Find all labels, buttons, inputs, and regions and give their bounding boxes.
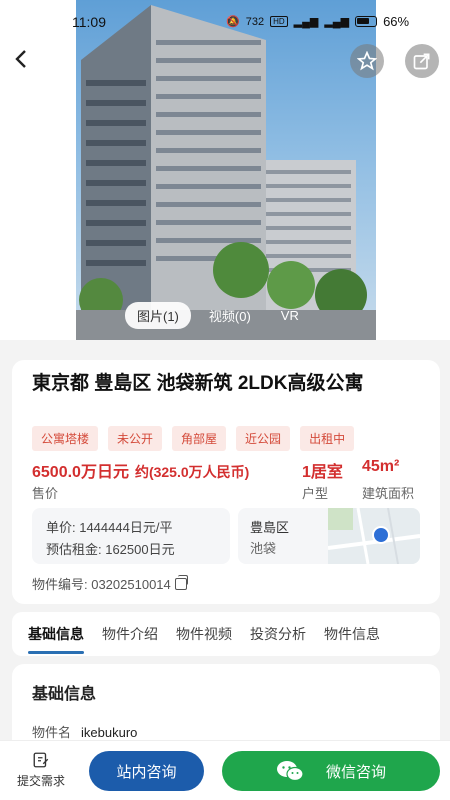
listing-title: 東京都 豊島区 池袋新筑 2LDK高级公寓 <box>32 373 364 394</box>
media-tab-videos[interactable]: 视频(0) <box>197 302 263 329</box>
district-name: 池袋 <box>250 541 277 556</box>
favorite-button[interactable] <box>350 44 384 78</box>
submit-request-label: 提交需求 <box>16 774 65 788</box>
info-row-label: 物件名 <box>32 725 72 740</box>
submit-request-button[interactable]: 提交需求 <box>8 751 74 793</box>
copy-icon[interactable] <box>174 574 188 590</box>
detail-tabs: 基础信息 物件介绍 物件视频 投资分析 物件信息 <box>12 612 440 656</box>
tag: 公寓塔楼 <box>32 426 99 451</box>
basic-info-title: 基础信息 <box>32 686 97 703</box>
media-tabs: 图片(1) 视频(0) VR <box>125 301 311 329</box>
hd-icon: HD <box>270 16 288 27</box>
wechat-icon <box>276 761 304 782</box>
battery-percent: 66% <box>383 14 410 29</box>
tag: 角部屋 <box>172 426 227 451</box>
wechat-consult-button[interactable]: 微信咨询 <box>222 751 440 791</box>
signal-icon: ▂▄▆ <box>293 16 319 28</box>
status-bar: 11:09 🔕 732 HD ▂▄▆ ▂▄▆ 66% <box>0 0 450 44</box>
property-number: 物件编号: 03202510014 <box>32 574 188 593</box>
map-thumbnail[interactable] <box>327 508 420 564</box>
back-button[interactable] <box>14 48 40 76</box>
property-number-text: 物件编号: 03202510014 <box>32 577 171 592</box>
bottom-action-bar: 提交需求 站内咨询 微信咨询 <box>0 740 450 800</box>
media-tab-photos[interactable]: 图片(1) <box>125 301 191 329</box>
price-label: 售价 <box>32 486 59 501</box>
tab-basic-info[interactable]: 基础信息 <box>28 618 84 654</box>
onsite-consult-button[interactable]: 站内咨询 <box>89 751 204 791</box>
tag-list: 公寓塔楼 未公开 角部屋 近公园 出租中 <box>32 426 355 451</box>
mute-icon: 🔕 <box>226 16 240 28</box>
tab-introduction[interactable]: 物件介绍 <box>102 618 158 650</box>
area-value: 45m² <box>362 458 400 475</box>
tab-video[interactable]: 物件视频 <box>176 618 232 650</box>
wechat-consult-label: 微信咨询 <box>325 763 386 781</box>
price-detail-box: 单价: 1444444日元/平 预估租金: 162500日元 <box>32 508 230 564</box>
status-icons: 🔕 732 HD ▂▄▆ ▂▄▆ 66% <box>226 14 409 29</box>
status-time: 11:09 <box>72 14 106 30</box>
layout-value: 1居室 <box>302 464 343 481</box>
unit-price: 单价: 1444444日元/平 <box>46 520 173 535</box>
price-jpy: 6500.0万日元 <box>32 464 129 481</box>
photo-gallery[interactable]: 11:09 🔕 732 HD ▂▄▆ ▂▄▆ 66% 图片(1) 视频(0) V… <box>0 0 450 340</box>
area-label: 建筑面积 <box>362 486 415 501</box>
listing-card: 東京都 豊島区 池袋新筑 2LDK高级公寓 公寓塔楼 未公开 角部屋 近公园 出… <box>12 360 440 604</box>
building-photo[interactable] <box>76 0 376 340</box>
edit-note-icon <box>33 752 49 768</box>
tag: 未公开 <box>108 426 163 451</box>
tag: 近公园 <box>236 426 291 451</box>
chevron-left-icon <box>15 50 26 68</box>
signal-icon-2: ▂▄▆ <box>324 16 350 28</box>
building-illustration <box>76 5 376 340</box>
location-box[interactable]: 豊島区 池袋 <box>238 508 420 564</box>
price-value: 6500.0万日元 约(325.0万人民币) <box>32 458 249 482</box>
media-tab-vr[interactable]: VR <box>269 304 311 327</box>
share-icon <box>413 53 430 70</box>
price-rmb: 约(325.0万人民币) <box>134 464 250 480</box>
info-row-name: 物件名 ikebukuro <box>32 722 137 741</box>
tag: 出租中 <box>300 426 355 451</box>
tab-investment[interactable]: 投资分析 <box>250 618 306 650</box>
info-row-value: ikebukuro <box>81 725 138 740</box>
ward-name: 豊島区 <box>250 520 290 535</box>
location-pin-icon <box>372 526 390 544</box>
estimated-rent: 预估租金: 162500日元 <box>46 542 175 557</box>
battery-icon <box>355 16 378 27</box>
tab-property-info[interactable]: 物件信息 <box>324 618 380 650</box>
layout-label: 户型 <box>302 486 329 501</box>
share-button[interactable] <box>405 44 439 78</box>
net-speed: 732 <box>245 15 265 28</box>
star-icon <box>357 51 377 71</box>
